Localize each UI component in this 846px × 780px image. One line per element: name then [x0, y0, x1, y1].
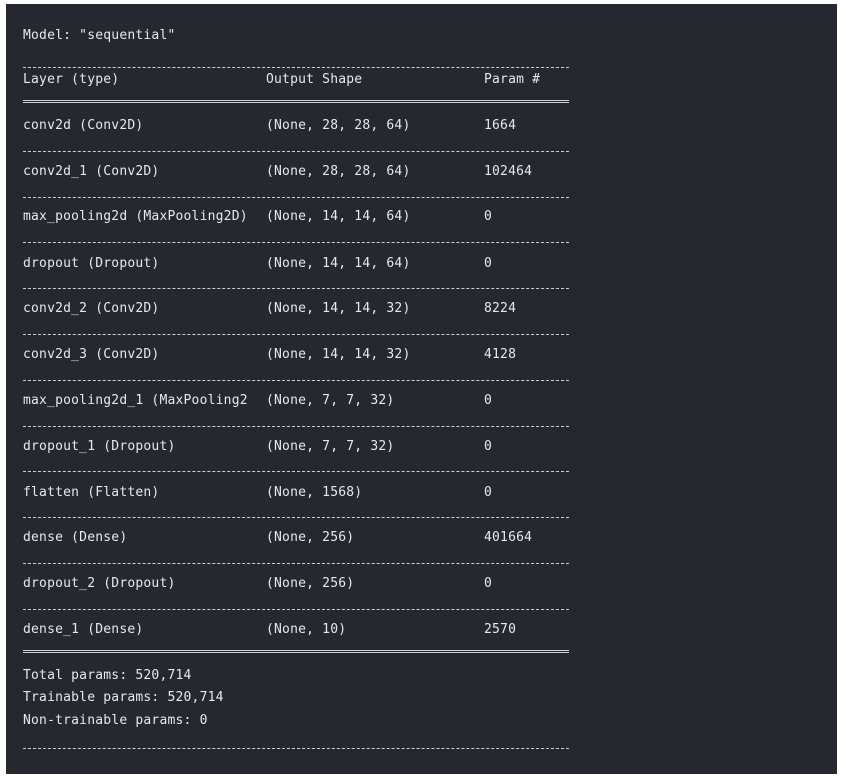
row-output-shape: (None, 10)	[266, 622, 347, 637]
row-params: 4128	[484, 347, 517, 362]
row-layer: dropout_1 (Dropout)	[23, 439, 176, 454]
row-output-shape: (None, 1568)	[266, 485, 363, 500]
row-output-shape: (None, 7, 7, 32)	[266, 393, 395, 408]
row-params: 102464	[484, 164, 533, 179]
model-summary-output: Model: "sequential" Layer (type) Output …	[6, 4, 837, 774]
row-layer: conv2d_2 (Conv2D)	[23, 301, 160, 316]
separator-dashed	[23, 380, 569, 381]
separator-dashed	[23, 151, 569, 152]
row-output-shape: (None, 28, 28, 64)	[266, 164, 411, 179]
row-output-shape: (None, 28, 28, 64)	[266, 118, 411, 133]
header-layer: Layer (type)	[23, 72, 120, 87]
row-layer: dense (Dense)	[23, 530, 128, 545]
row-output-shape: (None, 14, 14, 64)	[266, 209, 411, 224]
separator-dashed	[23, 242, 569, 243]
separator-dashed	[23, 67, 569, 68]
row-layer: dropout_2 (Dropout)	[23, 576, 176, 591]
row-params: 0	[484, 576, 493, 591]
separator-dashed	[23, 517, 569, 518]
trainable-params: Trainable params: 520,714	[23, 690, 224, 705]
non-trainable-params: Non-trainable params: 0	[23, 713, 208, 728]
row-output-shape: (None, 256)	[266, 530, 355, 545]
row-params: 0	[484, 393, 493, 408]
separator-double	[23, 100, 569, 103]
row-layer: flatten (Flatten)	[23, 485, 160, 500]
row-layer: max_pooling2d (MaxPooling2D)	[23, 209, 248, 224]
header-params: Param #	[484, 72, 541, 87]
row-params: 0	[484, 209, 493, 224]
separator-double	[23, 650, 569, 653]
header-output-shape: Output Shape	[266, 72, 363, 87]
total-params: Total params: 520,714	[23, 668, 192, 683]
row-params: 8224	[484, 301, 517, 316]
row-output-shape: (None, 7, 7, 32)	[266, 439, 395, 454]
row-layer: dense_1 (Dense)	[23, 622, 144, 637]
separator-dashed	[23, 288, 569, 289]
row-output-shape: (None, 256)	[266, 576, 355, 591]
row-layer: max_pooling2d_1 (MaxPooling2	[23, 393, 248, 408]
separator-dashed	[23, 426, 569, 427]
row-output-shape: (None, 14, 14, 32)	[266, 301, 411, 316]
row-layer: conv2d_1 (Conv2D)	[23, 164, 160, 179]
row-params: 0	[484, 485, 493, 500]
separator-dashed	[23, 563, 569, 564]
model-title: Model: "sequential"	[23, 28, 176, 43]
row-output-shape: (None, 14, 14, 32)	[266, 347, 411, 362]
row-layer: conv2d_3 (Conv2D)	[23, 347, 160, 362]
separator-dashed	[23, 609, 569, 610]
separator-dashed	[23, 471, 569, 472]
row-params: 2570	[484, 622, 517, 637]
row-params: 0	[484, 256, 493, 271]
row-params: 0	[484, 439, 493, 454]
row-params: 401664	[484, 530, 533, 545]
row-output-shape: (None, 14, 14, 64)	[266, 256, 411, 271]
separator-dashed	[23, 334, 569, 335]
row-params: 1664	[484, 118, 517, 133]
separator-dashed	[23, 748, 569, 749]
row-layer: dropout (Dropout)	[23, 256, 160, 271]
separator-dashed	[23, 197, 569, 198]
row-layer: conv2d (Conv2D)	[23, 118, 144, 133]
